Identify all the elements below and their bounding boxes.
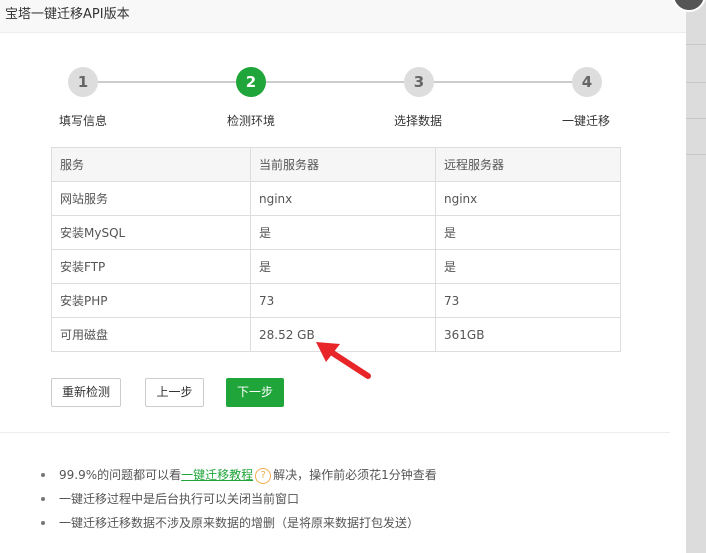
step-4-circle: 4 bbox=[572, 67, 602, 97]
help-icon[interactable]: ? bbox=[255, 467, 272, 484]
table-cell: 安装MySQL bbox=[51, 215, 251, 250]
column-header: 当前服务器 bbox=[250, 147, 436, 182]
recheck-button[interactable]: 重新检测 bbox=[51, 378, 121, 407]
list-item: 一键迁移过程中是后台执行可以关闭当前窗口 bbox=[39, 487, 659, 511]
next-step-button[interactable]: 下一步 bbox=[226, 378, 284, 407]
table-cell: nginx bbox=[250, 181, 436, 216]
table-cell: 73 bbox=[435, 283, 621, 318]
note-text: 解决，操作前必须花1分钟查看 bbox=[273, 468, 437, 482]
step-connector bbox=[266, 81, 404, 83]
step-1-label: 填写信息 bbox=[59, 114, 108, 128]
arrow-shaft bbox=[325, 347, 371, 379]
divider bbox=[686, 118, 706, 119]
note-text: 99.9%的问题都可以看 bbox=[59, 468, 182, 482]
list-item: 99.9%的问题都可以看一键迁移教程? 解决，操作前必须花1分钟查看 bbox=[39, 463, 659, 487]
dialog-title: 宝塔一键迁移API版本 bbox=[5, 7, 130, 22]
step-3-label: 选择数据 bbox=[394, 114, 443, 128]
column-header: 远程服务器 bbox=[435, 147, 621, 182]
table-cell: nginx bbox=[435, 181, 621, 216]
note-text: 一键迁移过程中是后台执行可以关闭当前窗口 bbox=[59, 492, 300, 506]
environment-table: 服务 当前服务器 远程服务器 网站服务 nginx nginx 安装MySQL … bbox=[51, 147, 621, 352]
step-connector bbox=[434, 81, 572, 83]
background-page bbox=[686, 0, 706, 553]
step-3-circle: 3 bbox=[404, 67, 434, 97]
table-cell: 361GB bbox=[435, 317, 621, 352]
divider bbox=[686, 82, 706, 83]
table-cell: 73 bbox=[250, 283, 436, 318]
tutorial-link[interactable]: 一键迁移教程 bbox=[181, 468, 253, 482]
table-header-row: 服务 当前服务器 远程服务器 bbox=[51, 147, 621, 182]
step-connector bbox=[98, 81, 236, 83]
table-row: 安装MySQL 是 是 bbox=[51, 215, 621, 250]
step-2-circle: 2 bbox=[236, 67, 266, 97]
migration-dialog: 宝塔一键迁移API版本 1 2 3 4 填写信息 检测环境 选择数据 一键迁移 … bbox=[0, 0, 686, 553]
step-progress: 1 2 3 4 填写信息 检测环境 选择数据 一键迁移 bbox=[0, 62, 686, 142]
table-cell: 网站服务 bbox=[51, 181, 251, 216]
red-arrow-annotation bbox=[316, 342, 371, 379]
table-cell: 是 bbox=[435, 249, 621, 284]
column-header: 服务 bbox=[51, 147, 251, 182]
step-2-label: 检测环境 bbox=[227, 114, 276, 128]
divider bbox=[686, 44, 706, 45]
divider bbox=[686, 154, 706, 155]
table-row: 安装FTP 是 是 bbox=[51, 249, 621, 284]
table-cell: 是 bbox=[435, 215, 621, 250]
table-row: 安装PHP 73 73 bbox=[51, 283, 621, 318]
previous-step-button[interactable]: 上一步 bbox=[145, 378, 204, 407]
dialog-title-bar: 宝塔一键迁移API版本 bbox=[0, 0, 686, 33]
notes-list: 99.9%的问题都可以看一键迁移教程? 解决，操作前必须花1分钟查看 一键迁移过程… bbox=[39, 463, 659, 535]
list-item: 一键迁移迁移数据不涉及原来数据的增删（是将原来数据打包发送） bbox=[39, 511, 659, 535]
step-1-circle: 1 bbox=[68, 67, 98, 97]
table-row: 网站服务 nginx nginx bbox=[51, 181, 621, 216]
step-4-label: 一键迁移 bbox=[562, 114, 611, 128]
table-cell: 安装FTP bbox=[51, 249, 251, 284]
table-cell: 可用磁盘 bbox=[51, 317, 251, 352]
divider bbox=[0, 432, 670, 433]
table-cell: 是 bbox=[250, 215, 436, 250]
table-cell: 安装PHP bbox=[51, 283, 251, 318]
note-text: 一键迁移迁移数据不涉及原来数据的增删（是将原来数据打包发送） bbox=[59, 516, 420, 530]
table-cell: 是 bbox=[250, 249, 436, 284]
